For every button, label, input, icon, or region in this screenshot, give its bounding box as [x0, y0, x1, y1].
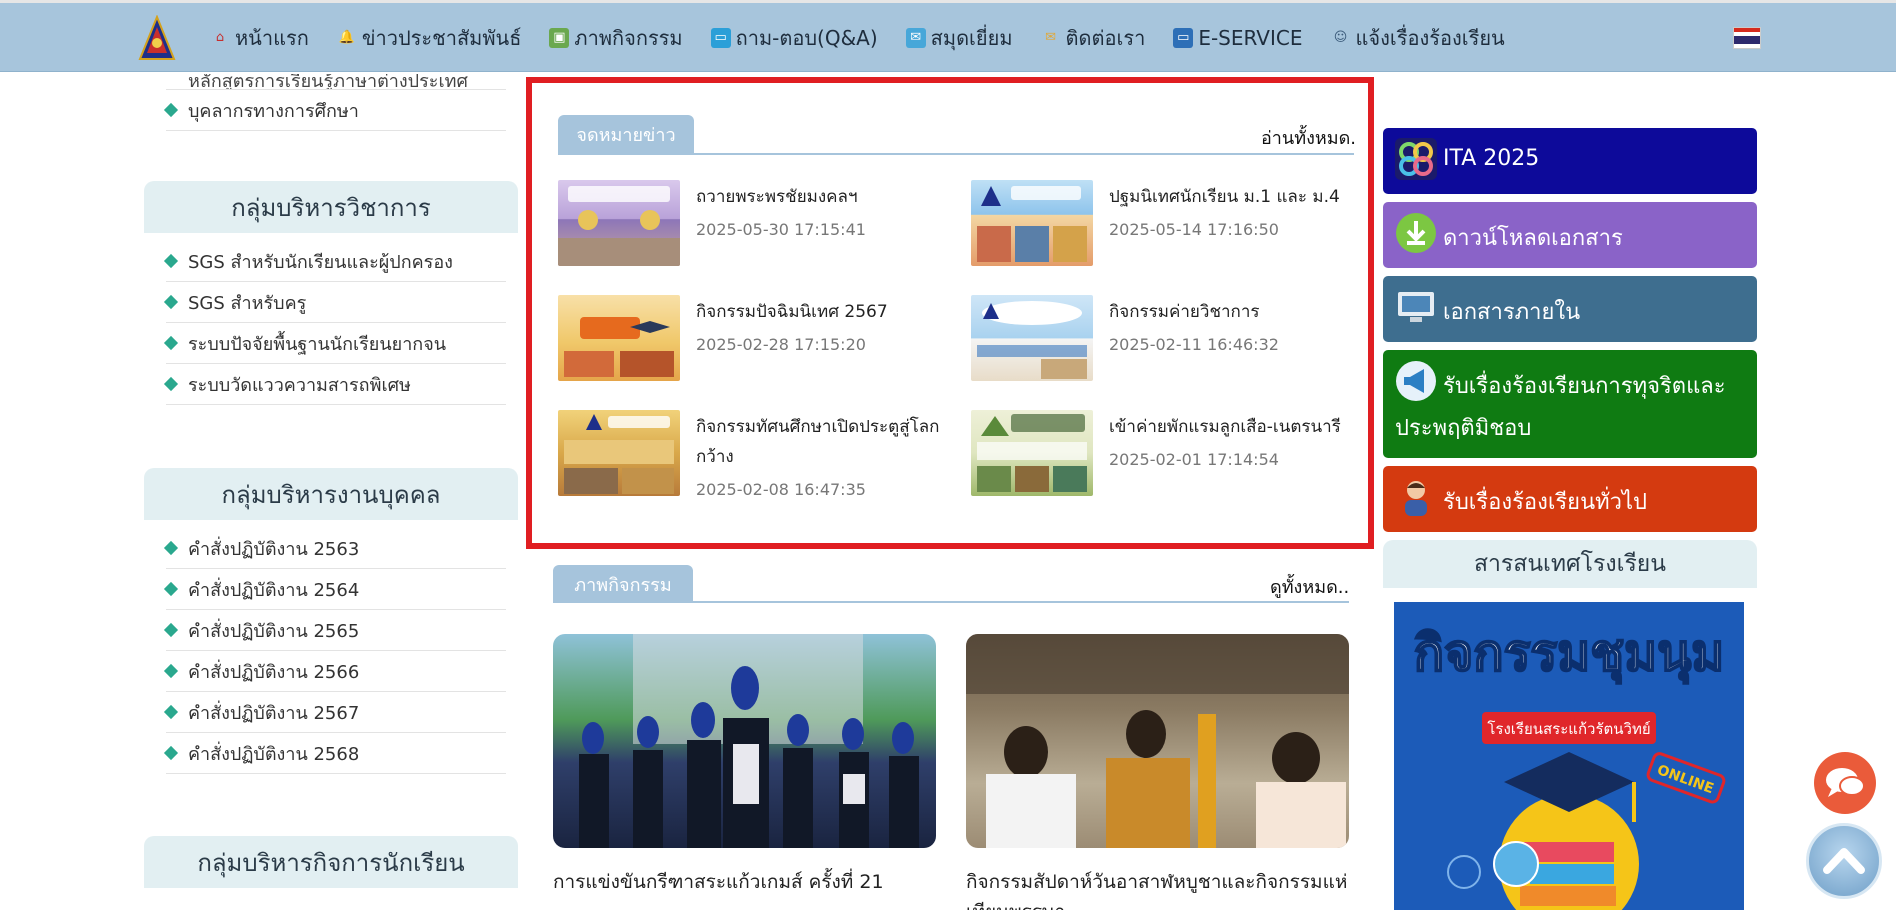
- main-menu: ⌂ หน้าแรก 🔔 ข่าวประชาสัมพันธ์ ▣ ภาพกิจกร…: [210, 3, 1533, 73]
- news-item[interactable]: กิจกรรมค่ายวิชาการ 2025-02-11 16:46:32: [971, 295, 1371, 383]
- diamond-bullet-icon: [163, 540, 179, 556]
- menu-link-poor-student[interactable]: ระบบปัจจัยพื้นฐานนักเรียนยากจน: [163, 323, 506, 364]
- news-title[interactable]: กิจกรรมค่ายวิชาการ: [1109, 297, 1369, 327]
- group-head-personnel: กลุ่มบริหารงานบุคคล: [144, 468, 518, 520]
- ita-2025-button[interactable]: ITA 2025: [1383, 128, 1757, 194]
- menu-link-order-2568[interactable]: คำสั่งปฏิบัติงาน 2568: [163, 733, 506, 774]
- diamond-bullet-icon: [163, 663, 179, 679]
- corruption-complaint-button[interactable]: รับเรื่องร้องเรียนการทุจริตและประพฤติมิช…: [1383, 350, 1757, 458]
- thai-flag-icon[interactable]: [1733, 27, 1761, 49]
- nav-eservice[interactable]: ▭ E-SERVICE: [1173, 26, 1302, 50]
- gallery-caption[interactable]: การแข่งขันกรีฑาสระแก้วเกมส์ ครั้งที่ 21: [553, 867, 943, 897]
- general-complaint-button[interactable]: รับเรื่องร้องเรียนทั่วไป: [1383, 466, 1757, 532]
- menu-link-order-2563[interactable]: คำสั่งปฏิบัติงาน 2563: [163, 528, 506, 569]
- guestbook-icon: ✉: [905, 28, 926, 48]
- news-thumbnail[interactable]: [971, 295, 1093, 381]
- nav-gallery[interactable]: ▣ ภาพกิจกรรม: [549, 22, 683, 54]
- chevron-up-icon: [1823, 848, 1865, 874]
- news-item[interactable]: กิจกรรมปัจฉิมนิเทศ 2567 2025-02-28 17:15…: [558, 295, 958, 383]
- top-navbar: ⌂ หน้าแรก 🔔 ข่าวประชาสัมพันธ์ ▣ ภาพกิจกร…: [0, 0, 1896, 72]
- menu-link-sgs-teacher[interactable]: SGS สำหรับครู: [163, 282, 506, 323]
- diamond-bullet-icon: [163, 581, 179, 597]
- diamond-bullet-icon: [163, 376, 179, 392]
- group-head-student-affairs: กลุ่มบริหารกิจการนักเรียน: [144, 836, 518, 888]
- gallery-image-sports[interactable]: [553, 634, 936, 848]
- person-icon: ☺: [1333, 30, 1348, 45]
- menu-link-gifted[interactable]: ระบบวัดแววความสารถพิเศษ: [163, 364, 506, 405]
- download-documents-button[interactable]: ดาวน์โหลดเอกสาร: [1383, 202, 1757, 268]
- bell-icon: 🔔: [338, 30, 355, 45]
- home-icon: ⌂: [215, 30, 225, 45]
- news-item[interactable]: ปฐมนิเทศนักเรียน ม.1 และ ม.4 2025-05-14 …: [971, 180, 1371, 268]
- chat-bubble-icon: [1826, 768, 1865, 797]
- diamond-bullet-icon: [163, 704, 179, 720]
- club-activity-poster[interactable]: กิจกรรมชุมนุม โรงเรียนสระแก้วรัตนวิทย์ O…: [1394, 602, 1744, 910]
- news-thumbnail[interactable]: [558, 410, 680, 496]
- school-info-heading: สารสนเทศโรงเรียน: [1383, 540, 1757, 588]
- monitor-icon: [1398, 292, 1434, 322]
- news-thumbnail[interactable]: [971, 410, 1093, 496]
- chat-float-button[interactable]: [1814, 752, 1876, 814]
- school-logo[interactable]: [138, 15, 176, 63]
- news-thumbnail[interactable]: [558, 180, 680, 266]
- computer-icon: ▭: [1173, 28, 1194, 48]
- news-title[interactable]: ปฐมนิเทศนักเรียน ม.1 และ ม.4: [1109, 182, 1369, 212]
- news-item[interactable]: กิจกรรมทัศนศึกษาเปิดประตูสู่โลกกว้าง 202…: [558, 410, 958, 520]
- gallery-view-all-link[interactable]: ดูทั้งหมด..: [1270, 572, 1349, 601]
- diamond-bullet-icon: [163, 102, 179, 118]
- nav-guestbook[interactable]: ✉ สมุดเยี่ยม: [905, 22, 1013, 54]
- diamond-bullet-icon: [163, 745, 179, 761]
- diamond-bullet-icon: [163, 253, 179, 269]
- menu-link-sgs-student[interactable]: SGS สำหรับนักเรียนและผู้ปกครอง: [163, 241, 506, 282]
- nav-complaint[interactable]: ☺ แจ้งเรื่องร้องเรียน: [1330, 22, 1505, 54]
- poster-title: กิจกรรมชุมนุม: [1414, 624, 1725, 684]
- gallery-caption[interactable]: กิจกรรมสัปดาห์วันอาสาฬหบูชาและกิจกรรมแห่…: [966, 867, 1356, 910]
- nav-news[interactable]: 🔔 ข่าวประชาสัมพันธ์: [337, 22, 522, 54]
- newsletter-underline: [558, 153, 1354, 155]
- news-date: 2025-02-28 17:15:20: [696, 335, 866, 354]
- download-icon: [1396, 213, 1436, 253]
- left-sidebar: หลักสูตรการเรียนรู้ภาษาต่างประเทศ บุคลาก…: [144, 74, 518, 888]
- nav-contact[interactable]: ✉ ติดต่อเรา: [1041, 22, 1145, 54]
- internal-documents-button[interactable]: เอกสารภายใน: [1383, 276, 1757, 342]
- news-title[interactable]: กิจกรรมทัศนศึกษาเปิดประตูสู่โลกกว้าง: [696, 412, 956, 472]
- picture-icon: ▣: [549, 28, 570, 48]
- news-date: 2025-05-14 17:16:50: [1109, 220, 1279, 239]
- news-title[interactable]: เข้าค่ายพักแรมลูกเสือ-เนตรนารี: [1109, 412, 1369, 442]
- news-date: 2025-02-01 17:14:54: [1109, 450, 1279, 469]
- gallery-tab[interactable]: ภาพกิจกรรม: [553, 565, 693, 603]
- menu-link-order-2567[interactable]: คำสั่งปฏิบัติงาน 2567: [163, 692, 506, 733]
- news-thumbnail[interactable]: [971, 180, 1093, 266]
- news-title[interactable]: ถวายพระพรชัยมงคลฯ: [696, 182, 956, 212]
- chat-icon: ▭: [710, 28, 731, 48]
- news-thumbnail[interactable]: [558, 295, 680, 381]
- diamond-bullet-icon: [163, 294, 179, 310]
- group-head-academic: กลุ่มบริหารวิชาการ: [144, 181, 518, 233]
- news-item[interactable]: ถวายพระพรชัยมงคลฯ 2025-05-30 17:15:41: [558, 180, 958, 268]
- nav-home[interactable]: ⌂ หน้าแรก: [210, 22, 309, 54]
- newsletter-read-all-link[interactable]: อ่านทั้งหมด.: [1261, 123, 1356, 152]
- back-to-top-button[interactable]: [1806, 823, 1882, 899]
- diamond-bullet-icon: [163, 335, 179, 351]
- newsletter-section: จดหมายข่าว อ่านทั้งหมด. ถวายพระพรชัยมงคล…: [526, 77, 1374, 549]
- person-icon: [1405, 481, 1427, 516]
- news-date: 2025-05-30 17:15:41: [696, 220, 866, 239]
- poster-subtitle: โรงเรียนสระแก้วรัตนวิทย์: [1487, 720, 1650, 738]
- news-item[interactable]: เข้าค่ายพักแรมลูกเสือ-เนตรนารี 2025-02-0…: [971, 410, 1371, 498]
- ita-logo-icon: [1395, 138, 1437, 180]
- menu-link-personnel[interactable]: บุคลากรทางการศึกษา: [163, 90, 506, 131]
- menu-link-foreign-language[interactable]: หลักสูตรการเรียนรู้ภาษาต่างประเทศ: [166, 74, 506, 90]
- menu-link-order-2566[interactable]: คำสั่งปฏิบัติงาน 2566: [163, 651, 506, 692]
- menu-link-order-2564[interactable]: คำสั่งปฏิบัติงาน 2564: [163, 569, 506, 610]
- menu-link-order-2565[interactable]: คำสั่งปฏิบัติงาน 2565: [163, 610, 506, 651]
- diamond-bullet-icon: [163, 622, 179, 638]
- gallery-underline: [553, 601, 1349, 603]
- nav-qa[interactable]: ▭ ถาม-ตอบ(Q&A): [710, 22, 878, 54]
- newsletter-tab[interactable]: จดหมายข่าว: [558, 115, 694, 153]
- mail-icon: ✉: [1045, 30, 1056, 45]
- news-date: 2025-02-11 16:46:32: [1109, 335, 1279, 354]
- news-date: 2025-02-08 16:47:35: [696, 480, 866, 499]
- gallery-image-asalha[interactable]: [966, 634, 1349, 848]
- news-title[interactable]: กิจกรรมปัจฉิมนิเทศ 2567: [696, 297, 956, 327]
